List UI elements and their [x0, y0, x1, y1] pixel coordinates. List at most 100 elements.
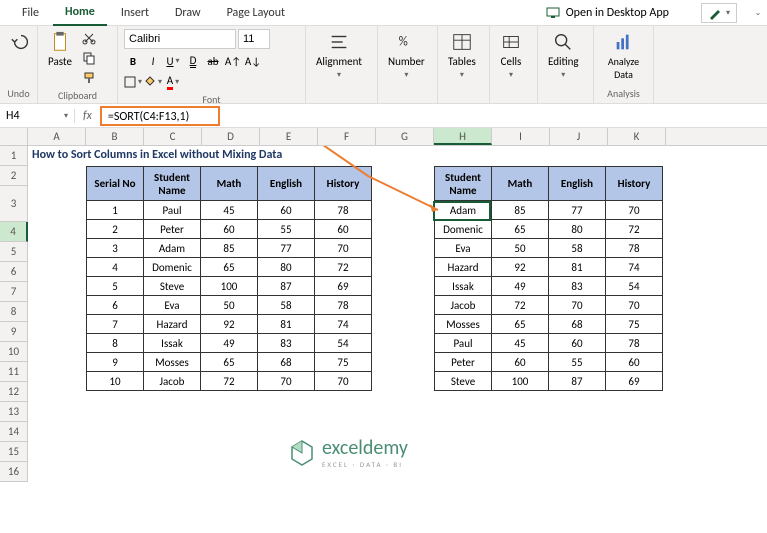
table-cell[interactable]: 70 — [606, 296, 663, 315]
number-button[interactable]: %Number▾ — [384, 29, 429, 82]
table-cell[interactable]: 83 — [549, 277, 606, 296]
table-cell[interactable]: 60 — [606, 353, 663, 372]
cut-button[interactable] — [80, 29, 98, 47]
format-painter-button[interactable] — [80, 69, 98, 87]
table-cell[interactable]: 70 — [315, 239, 372, 258]
table-cell[interactable]: Jacob — [435, 296, 492, 315]
table-cell[interactable]: 85 — [201, 239, 258, 258]
table-cell[interactable]: Domenic — [144, 258, 201, 277]
underline-button[interactable]: U — [164, 52, 182, 70]
table-cell[interactable]: 72 — [492, 296, 549, 315]
table-cell[interactable]: Eva — [144, 296, 201, 315]
alignment-button[interactable]: Alignment▾ — [312, 29, 366, 82]
table-cell[interactable]: 54 — [315, 334, 372, 353]
table-cell[interactable]: 75 — [315, 353, 372, 372]
table-cell[interactable]: Steve — [435, 372, 492, 391]
row-header[interactable]: 11 — [0, 362, 28, 382]
col-header[interactable]: B — [86, 128, 144, 145]
table-cell[interactable]: 55 — [258, 220, 315, 239]
table-cell[interactable]: 100 — [492, 372, 549, 391]
grow-font-button[interactable]: A↑ — [224, 52, 242, 70]
table-cell[interactable]: 65 — [201, 353, 258, 372]
table-cell[interactable]: 6 — [87, 296, 144, 315]
table-cell[interactable]: Peter — [435, 353, 492, 372]
font-color-button[interactable]: A — [164, 73, 182, 91]
table-cell[interactable]: 70 — [606, 201, 663, 220]
shrink-font-button[interactable]: A↓ — [244, 52, 262, 70]
cells-button[interactable]: Cells▾ — [496, 29, 526, 82]
table-cell[interactable]: 1 — [87, 201, 144, 220]
row-header[interactable]: 12 — [0, 382, 28, 402]
table-cell[interactable]: Mosses — [144, 353, 201, 372]
table-cell[interactable]: Domenic — [435, 220, 492, 239]
table-cell[interactable]: 60 — [201, 220, 258, 239]
table-cell[interactable]: Hazard — [435, 258, 492, 277]
table-cell[interactable]: 78 — [606, 239, 663, 258]
table-cell[interactable]: 74 — [606, 258, 663, 277]
analyze-button[interactable]: Analyze Data — [600, 29, 647, 83]
table-cell[interactable]: 72 — [201, 372, 258, 391]
col-header[interactable]: A — [28, 128, 86, 145]
table-cell[interactable]: Eva — [435, 239, 492, 258]
table-cell[interactable]: 80 — [258, 258, 315, 277]
table-cell[interactable]: 77 — [549, 201, 606, 220]
table-cell[interactable]: 81 — [258, 315, 315, 334]
table-cell[interactable]: 78 — [315, 296, 372, 315]
copy-button[interactable] — [80, 49, 98, 67]
select-all-corner[interactable] — [0, 128, 28, 145]
col-header[interactable]: J — [550, 128, 608, 145]
spreadsheet-area[interactable]: How to Sort Columns in Excel without Mix… — [28, 146, 767, 482]
row-header[interactable]: 15 — [0, 442, 28, 462]
table-cell[interactable]: Jacob — [144, 372, 201, 391]
table-cell[interactable]: 58 — [549, 239, 606, 258]
table-cell[interactable]: 77 — [258, 239, 315, 258]
table-cell[interactable]: 3 — [87, 239, 144, 258]
tab-draw[interactable]: Draw — [163, 1, 213, 25]
tab-file[interactable]: File — [10, 1, 51, 25]
table-cell[interactable]: 75 — [606, 315, 663, 334]
table-cell[interactable]: 54 — [606, 277, 663, 296]
table-cell[interactable]: 69 — [606, 372, 663, 391]
ribbon-toggle[interactable]: ⌄ — [749, 4, 767, 22]
table-cell[interactable]: 9 — [87, 353, 144, 372]
table-cell[interactable]: 83 — [258, 334, 315, 353]
table-cell[interactable]: Hazard — [144, 315, 201, 334]
table-cell[interactable]: Steve — [144, 277, 201, 296]
table-cell[interactable]: Adam — [435, 201, 492, 220]
row-header[interactable]: 7 — [0, 282, 28, 302]
tab-page-layout[interactable]: Page Layout — [215, 1, 297, 25]
double-underline-button[interactable]: D — [184, 52, 202, 70]
table-cell[interactable]: 92 — [201, 315, 258, 334]
fill-color-button[interactable] — [144, 73, 162, 91]
col-header[interactable]: F — [318, 128, 376, 145]
table-cell[interactable]: 78 — [606, 334, 663, 353]
table-cell[interactable]: 5 — [87, 277, 144, 296]
table-cell[interactable]: Paul — [435, 334, 492, 353]
table-cell[interactable]: 68 — [549, 315, 606, 334]
table-cell[interactable]: 2 — [87, 220, 144, 239]
table-cell[interactable]: 60 — [492, 353, 549, 372]
bold-button[interactable]: B — [124, 52, 142, 70]
strikethrough-button[interactable]: ab — [204, 52, 222, 70]
table-cell[interactable]: 10 — [87, 372, 144, 391]
table-cell[interactable]: 60 — [315, 220, 372, 239]
table-cell[interactable]: 70 — [315, 372, 372, 391]
pen-menu[interactable]: ▾ — [701, 3, 737, 23]
col-header[interactable]: E — [260, 128, 318, 145]
table-cell[interactable]: 70 — [258, 372, 315, 391]
row-header[interactable]: 5 — [0, 242, 28, 262]
table-cell[interactable]: 72 — [315, 258, 372, 277]
table-cell[interactable]: 92 — [492, 258, 549, 277]
row-header[interactable]: 14 — [0, 422, 28, 442]
col-header[interactable]: C — [144, 128, 202, 145]
table-cell[interactable]: 65 — [201, 258, 258, 277]
row-header[interactable]: 2 — [0, 166, 28, 186]
col-header[interactable]: H — [434, 128, 492, 145]
italic-button[interactable]: I — [144, 52, 162, 70]
table-cell[interactable]: 7 — [87, 315, 144, 334]
table-cell[interactable]: 85 — [492, 201, 549, 220]
table-cell[interactable]: Mosses — [435, 315, 492, 334]
undo-button[interactable] — [6, 29, 36, 55]
table-cell[interactable]: 80 — [549, 220, 606, 239]
table-cell[interactable]: 74 — [315, 315, 372, 334]
